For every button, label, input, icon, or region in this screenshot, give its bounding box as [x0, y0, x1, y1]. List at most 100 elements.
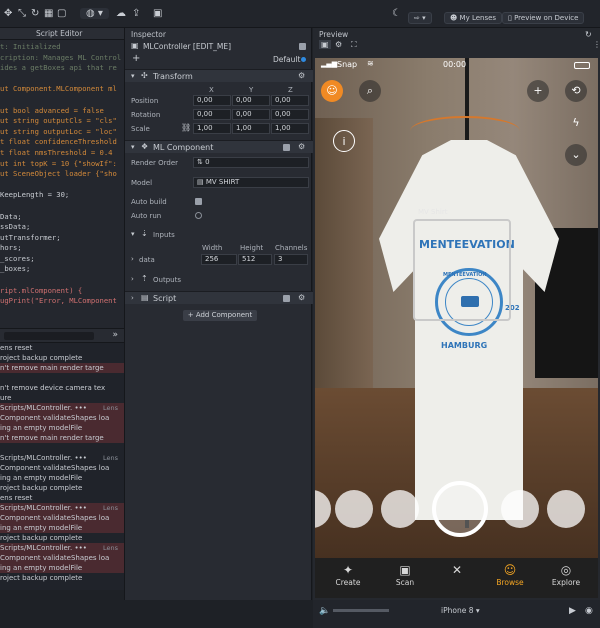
log-entry: roject backup complete	[0, 573, 124, 583]
log-text: ing an empty modelFile	[0, 424, 83, 432]
rotate-icon[interactable]: ↻	[31, 8, 39, 19]
more-icon[interactable]: ⋮	[593, 40, 600, 49]
moon-icon[interactable]: ☾	[392, 8, 401, 19]
code-line: t: Initialized	[0, 42, 61, 51]
my-lenses-button[interactable]: ☻ My Lenses	[444, 12, 503, 24]
code-line: ut string outputLoc = "loc"	[0, 126, 117, 136]
globe-dropdown[interactable]: ◍ ▾	[80, 8, 109, 19]
gear-icon[interactable]: ⚙	[298, 293, 305, 302]
rotation-y-field[interactable]: 0,00	[232, 109, 270, 120]
logger-panel: » ens reset roject backup complete n't rem…	[0, 328, 124, 590]
script-header[interactable]: › ▤ Script ⚙	[125, 291, 313, 304]
add-friend-icon[interactable]: +	[527, 80, 549, 102]
add-icon[interactable]: +	[132, 53, 140, 64]
object-name[interactable]: MLController [EDIT_ME]	[143, 42, 231, 51]
collapse-icon: ▾	[131, 72, 135, 80]
outputs-label[interactable]: Outputs	[153, 276, 181, 284]
square-icon[interactable]: ▢	[57, 8, 66, 19]
log-source[interactable]: Lens	[103, 453, 118, 463]
ml-component-enabled-checkbox[interactable]	[283, 144, 290, 151]
log-text: Component validateShapes loa	[0, 414, 110, 422]
auto-build-checkbox[interactable]	[195, 198, 202, 205]
logger-filter-input[interactable]	[4, 332, 94, 340]
flip-camera-icon[interactable]: ⟲	[565, 80, 587, 102]
ml-component-header[interactable]: ▾ ❖ ML Component ⚙	[125, 140, 313, 153]
input-height-field[interactable]: 512	[238, 254, 272, 265]
rotation-x-field[interactable]: 0,00	[193, 109, 231, 120]
object-enabled-checkbox[interactable]	[299, 43, 306, 50]
door	[315, 118, 373, 418]
auto-run-radio[interactable]	[195, 212, 202, 219]
video-icon[interactable]: ▶	[569, 606, 576, 616]
lens-carousel-item[interactable]	[501, 490, 539, 528]
code-line: ut SceneObject loader {"sho	[0, 169, 117, 179]
gear-icon[interactable]: ⚙	[298, 142, 305, 151]
device-select[interactable]: iPhone 8 ▾	[441, 606, 480, 615]
layer-name[interactable]: Default	[273, 55, 300, 64]
send-dropdown[interactable]: ⇨ ▾	[408, 12, 432, 24]
refresh-icon[interactable]: ↻	[585, 30, 592, 39]
rotation-z-field[interactable]: 0,00	[271, 109, 309, 120]
nav-browse[interactable]: ☺ Browse	[485, 562, 535, 587]
expand-icon[interactable]: ›	[131, 255, 134, 263]
lens-carousel-item[interactable]	[547, 490, 585, 528]
avatar-icon[interactable]: ☺	[321, 80, 343, 102]
nav-close[interactable]: ✕	[432, 562, 482, 578]
object-name-row: ▣ MLController [EDIT_ME]	[125, 41, 313, 53]
position-y-field[interactable]: 0,00	[232, 95, 270, 106]
link-icon[interactable]: ⛓	[181, 123, 191, 132]
preview-on-device-label: Preview on Device	[514, 14, 579, 22]
log-source[interactable]: Lens	[103, 503, 118, 513]
cloud-icon[interactable]: ☁	[116, 8, 126, 19]
phone-preview[interactable]: MENTEEVATION MENTEEVATION 202 HAMBURG MV…	[315, 58, 598, 598]
input-width-field[interactable]: 256	[201, 254, 237, 265]
code-area[interactable]: t: Initialized cription: Manages ML Contr…	[0, 42, 121, 307]
flash-icon[interactable]: ϟ	[565, 112, 587, 134]
model-field[interactable]: ▤ MV SHIRT	[193, 177, 309, 188]
log-entry: Scripts/MLController. ••• Lens	[0, 543, 124, 553]
add-component-button[interactable]: + Add Component	[183, 310, 257, 321]
snapcode-icon[interactable]: ▣	[153, 8, 162, 19]
gear-icon[interactable]: ⚙	[298, 71, 305, 80]
log-text: ens reset	[0, 344, 33, 352]
log-source[interactable]: Lens	[103, 543, 118, 553]
script-enabled-checkbox[interactable]	[283, 295, 290, 302]
expand-icon[interactable]: ›	[131, 275, 134, 283]
transform-header[interactable]: ▾ ✣ Transform ⚙	[125, 69, 313, 82]
inputs-label[interactable]: Inputs	[153, 231, 175, 239]
info-icon[interactable]: i	[333, 130, 355, 152]
lens-carousel-item[interactable]	[335, 490, 373, 528]
nav-explore[interactable]: ◎ Explore	[541, 562, 591, 587]
scale-icon[interactable]: ⤡	[18, 8, 26, 19]
view-mode-icon[interactable]: ▣	[319, 40, 331, 49]
gear-icon[interactable]: ⚙	[335, 40, 342, 49]
fit-icon[interactable]: ⛶	[351, 40, 357, 50]
code-line: ides a getBoxes api that re	[0, 63, 117, 73]
lens-carousel-item[interactable]	[381, 490, 419, 528]
share-icon[interactable]: ⇪	[132, 8, 140, 19]
collapse-icon[interactable]: ▾	[131, 230, 135, 238]
speaker-icon[interactable]: 🔈	[319, 606, 330, 616]
input-channels-field[interactable]: 3	[274, 254, 308, 265]
preview-on-device-button[interactable]: ▯ Preview on Device	[502, 12, 585, 24]
expand-icon[interactable]: »	[112, 330, 118, 340]
scale-x-field[interactable]: 1,00	[193, 123, 231, 134]
scale-z-field[interactable]: 1,00	[271, 123, 309, 134]
log-source[interactable]: Lens	[103, 403, 118, 413]
nav-create[interactable]: ✦ Create	[323, 562, 373, 587]
position-x-field[interactable]: 0,00	[193, 95, 231, 106]
scale-y-field[interactable]: 1,00	[232, 123, 270, 134]
search-icon[interactable]: ⌕	[359, 80, 381, 102]
move-icon[interactable]: ✥	[4, 8, 12, 19]
grid-icon[interactable]: ▦	[44, 8, 53, 19]
capture-button[interactable]	[432, 481, 488, 537]
camera-icon[interactable]: ◉	[585, 606, 593, 616]
chevron-down-icon[interactable]: ⌄	[565, 144, 587, 166]
volume-slider[interactable]	[333, 609, 389, 612]
position-z-field[interactable]: 0,00	[271, 95, 309, 106]
nav-scan[interactable]: ▣ Scan	[380, 562, 430, 587]
code-line: t float nmsThreshold = 0.4	[0, 147, 113, 157]
transform-label: Transform	[153, 72, 193, 81]
render-order-field[interactable]: ⇅ 0	[193, 157, 309, 168]
